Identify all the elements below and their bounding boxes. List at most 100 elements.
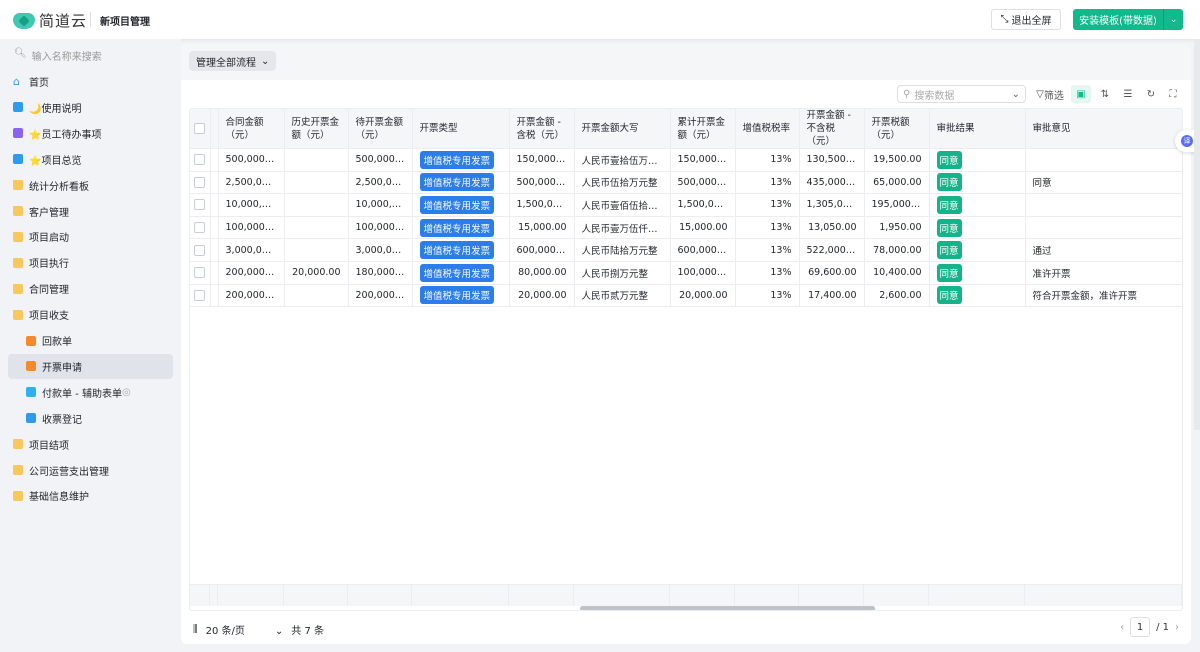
gutter-cell [210,148,219,172]
table-cell: 增值税专用发票 [412,261,510,285]
sidebar-item[interactable]: 收票登记 [8,406,173,431]
flow-filter-dropdown[interactable]: 管理全部流程 ⌄ [189,51,277,71]
column-header[interactable]: 开票金额 - 不含税（元） [799,109,865,149]
select-all-checkbox[interactable] [194,123,206,134]
row-checkbox[interactable] [194,267,206,279]
row-select-cell [190,284,211,308]
column-header[interactable]: 待开票金额（元） [348,109,413,149]
filter-button[interactable]: ▽ 筛选 [1032,85,1068,103]
main-panel: 管理全部流程 ⌄ ⚲ 搜索数据 ⌄ ▽ 筛选 ▣ ⇅ ☰ ↻ ⛶ 合同金额（元） 历史开票… [181,44,1191,644]
column-header[interactable]: 合同金额（元） [218,109,285,149]
column-header[interactable]: 审批结果 [929,109,1026,149]
row-select-cell [190,261,211,285]
sidebar-item[interactable]: 回款单 [8,328,173,353]
sidebar-item[interactable]: 开票申请 [8,353,173,379]
approval-status-badge: 同意 [936,263,962,282]
search-data-input[interactable]: ⚲ 搜索数据 ⌄ [897,85,1026,103]
sidebar-item[interactable]: 项目收支 [8,302,173,327]
sidebar-item[interactable]: 项目结项 [8,432,173,457]
row-select-cell [190,216,211,240]
install-dropdown-button[interactable]: ⌄ [1163,9,1183,30]
sidebar-item[interactable]: ⌂ 首页 [8,69,173,94]
table-cell: 同意 [929,148,1026,172]
horizontal-scrollbar[interactable] [580,606,875,610]
page-size-select[interactable]: 20 条/页 ⌄ [206,622,284,637]
sidebar-item[interactable]: ⭐项目总览 [8,147,173,172]
prev-page-button[interactable]: ‹ [1120,622,1124,633]
fullscreen-button[interactable]: ⛶ [1164,85,1182,103]
sidebar-item[interactable]: 项目启动 [8,224,173,249]
table-cell: 180,000.00 [348,261,413,285]
row-height-button[interactable]: ☰ [1119,85,1137,103]
table-cell: 同意 [929,238,1026,262]
row-checkbox[interactable] [194,289,206,301]
row-select-cell [190,171,211,195]
doc-icon [13,102,23,113]
row-select-cell [190,148,211,172]
column-header[interactable]: 增值税税率 [735,109,800,149]
sidebar-item-label: 收票登记 [42,414,82,426]
table-cell: 3,000,000.00 [218,238,285,262]
table-cell: 人民币壹万伍仟元整 [574,216,671,240]
sidebar-item[interactable]: 付款单 - 辅助表单 ◎ [8,380,173,405]
table-row[interactable]: 200,000.00 200,000.00 增值税专用发票 20,000.00 人民币贰… [190,284,1182,308]
row-checkbox[interactable] [194,244,206,256]
row-checkbox[interactable] [194,176,206,188]
summary-cell [929,585,1025,606]
table-row[interactable]: 100,000.00 100,000.00 增值税专用发票 15,000.00 人民币壹… [190,216,1182,240]
sidebar-item[interactable]: 项目执行 [8,250,173,275]
sidebar-item[interactable]: 合同管理 [8,276,173,301]
gutter-cell [210,171,219,195]
summary-cell [190,585,210,606]
page-scrollbar[interactable] [1194,40,1200,430]
sidebar-item[interactable]: 统计分析看板 [8,173,173,198]
table-cell: 1,305,000.00 [799,193,865,217]
table-cell: 3,000,000.00 [348,238,413,262]
sidebar-item[interactable]: 公司运营支出管理 [8,458,173,483]
table-row[interactable]: 3,000,000.00 3,000,000.00 增值税专用发票 600,000.0… [190,238,1182,262]
table-cell: 100,000.00 [670,261,736,285]
sidebar-search-input[interactable]: 🔍︎ 输入名称来搜索 [14,48,102,63]
sidebar-item[interactable]: 🌙使用说明 [8,95,173,120]
table-row[interactable]: 200,000.00 20,000.00 180,000.00 增值税专用发票 80,0… [190,261,1182,285]
approval-status-badge: 同意 [936,195,962,214]
sidebar-item[interactable]: 客户管理 [8,199,173,224]
column-header[interactable]: 累计开票金额（元） [670,109,736,149]
folder-icon [13,490,23,501]
brand-logo[interactable]: 简道云 [13,10,87,31]
table-cell: 200,000.00 [348,284,413,308]
total-count: 共 7 条 [291,626,325,637]
exit-fullscreen-button[interactable]: ⤡ 退出全屏 [991,9,1061,30]
sort-button[interactable]: ⇅ [1096,85,1114,103]
next-page-button[interactable]: › [1175,622,1179,633]
column-header[interactable]: 历史开票金额（元） [284,109,349,149]
column-header[interactable]: 开票类型 [412,109,510,149]
row-height-icon: ☰ [1123,88,1133,100]
column-header[interactable]: 开票金额 - 含税（元） [509,109,575,149]
table-row[interactable]: 2,500,000.00 2,500,000.00 增值税专用发票 500,000.0… [190,171,1182,195]
row-checkbox[interactable] [194,222,206,234]
column-header[interactable]: 开票金额大写 [574,109,671,149]
chevron-down-icon: ⌄ [1011,88,1020,100]
table-row[interactable]: 500,000.00 500,000.00 增值税专用发票 150,000.00 人民币… [190,148,1182,172]
sidebar-item-label: 首页 [29,78,49,89]
view-toggle-button[interactable]: ▣ [1071,85,1091,103]
table-cell [1025,193,1182,217]
invoice-type-tag: 增值税专用发票 [419,263,495,282]
table-cell [284,171,349,195]
table-cell: 200,000.00 [218,261,285,285]
table-cell [284,216,349,240]
page-input[interactable]: 1 [1130,617,1151,637]
sidebar-item[interactable]: 基础信息维护 [8,483,173,508]
column-header[interactable]: 审批意见 [1025,109,1182,149]
table-row[interactable]: 10,000,000.00 10,000,000.00 增值税专用发票 1,500,0… [190,193,1182,217]
top-bar: 简道云 新项目管理 ⤡ 退出全屏 安装模板(带数据) ⌄ [0,0,1200,39]
refresh-button[interactable]: ↻ [1142,85,1160,103]
row-checkbox[interactable] [194,154,206,166]
table-cell [1025,148,1182,172]
row-checkbox[interactable] [194,199,206,211]
install-template-button[interactable]: 安装模板(带数据) [1073,9,1163,30]
column-header[interactable]: 开票税额（元） [864,109,930,149]
sidebar-item-label: 回款单 [42,337,72,348]
sidebar-item[interactable]: ⭐员工待办事项 [8,121,173,146]
